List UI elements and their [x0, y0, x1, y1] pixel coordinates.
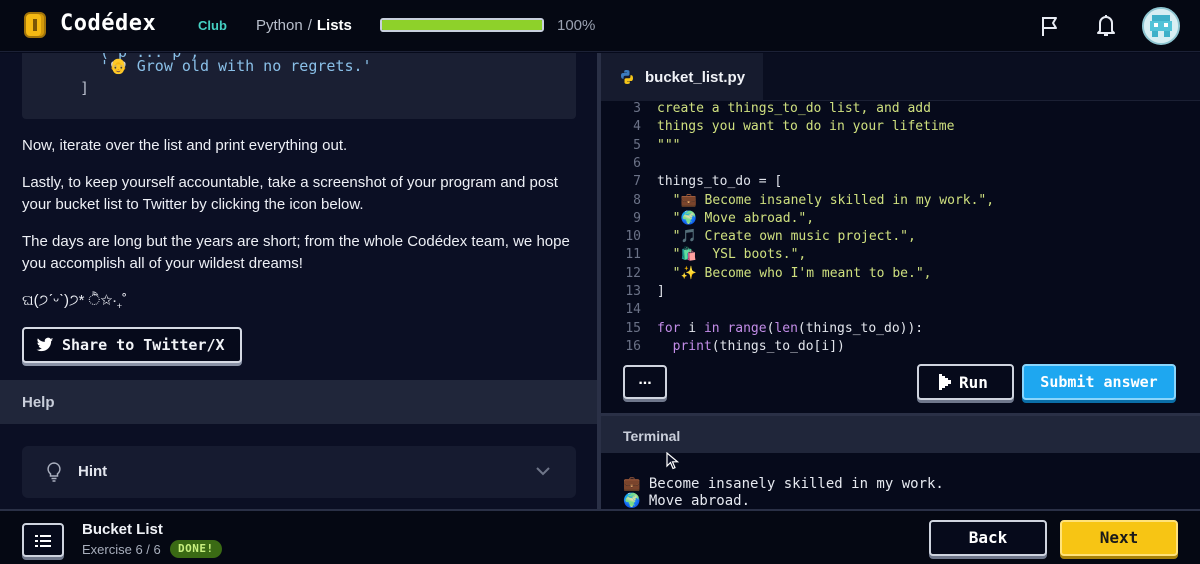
- lesson-paragraph: Now, iterate over the list and print eve…: [22, 137, 348, 154]
- line-number: 12: [625, 265, 641, 281]
- code-text: create a things_to_do list, and add: [657, 101, 931, 116]
- progress-label: 100%: [557, 17, 596, 34]
- line-number: 7: [633, 174, 641, 190]
- tab-bucket-list-py[interactable]: bucket_list.py: [601, 53, 763, 101]
- code-line: 13]: [601, 284, 1200, 302]
- lesson-panel: ( p ... p , '👴 Grow old with no regrets.…: [0, 53, 597, 509]
- more-options-button[interactable]: ...: [623, 365, 667, 399]
- code-text: "🎵 Create own music project.",: [657, 229, 916, 245]
- help-label: Help: [22, 394, 55, 411]
- code-text: things_to_do = [: [657, 174, 783, 190]
- snippet-line: ]: [80, 79, 90, 97]
- code-line: 10 "🎵 Create own music project.",: [601, 229, 1200, 247]
- avatar[interactable]: [1142, 7, 1180, 45]
- line-number: 16: [625, 338, 641, 353]
- breadcrumb: Python / Lists: [256, 17, 352, 34]
- code-line: 3 create a things_to_do list, and add: [601, 101, 1200, 119]
- code-text: """: [657, 137, 681, 153]
- bottom-bar: Bucket List Exercise 6 / 6 DONE! Back Ne…: [0, 509, 1200, 564]
- hint-accordion[interactable]: Hint: [22, 446, 576, 498]
- line-number: 9: [633, 210, 641, 226]
- line-number: 11: [625, 247, 641, 263]
- run-label: Run: [959, 372, 988, 392]
- code-line: 4 things you want to do in your lifetime: [601, 119, 1200, 137]
- run-button[interactable]: Run: [917, 364, 1014, 400]
- code-line: 16 print(things_to_do[i]): [601, 339, 1200, 353]
- back-button[interactable]: Back: [929, 520, 1047, 556]
- next-button[interactable]: Next: [1060, 520, 1178, 556]
- terminal-label: Terminal: [623, 428, 681, 444]
- logo-text[interactable]: Codédex: [60, 11, 156, 36]
- code-line: 11 "🛍️ YSL boots.",: [601, 247, 1200, 265]
- code-line: 8 "💼 Become insanely skilled in my work.…: [601, 193, 1200, 211]
- lesson-paragraph: The days are long but the years are shor…: [22, 233, 570, 272]
- line-number: 8: [633, 192, 641, 208]
- terminal-output-line: 🌍 Move abroad.: [623, 493, 751, 509]
- chevron-down-icon: [536, 467, 550, 476]
- line-number: 13: [625, 284, 641, 299]
- code-editor: bucket_list.py 3 create a things_to_do li…: [601, 53, 1200, 413]
- code-text: for i in range(len(things_to_do)):: [657, 320, 924, 336]
- play-icon: [939, 374, 951, 390]
- lesson-paragraph: Lastly, to keep yourself accountable, ta…: [22, 174, 558, 213]
- line-number: 10: [625, 229, 641, 245]
- code-text: "✨ Become who I'm meant to be.",: [657, 265, 932, 281]
- line-number: 5: [633, 137, 641, 153]
- course-progress-bar: [380, 18, 544, 32]
- club-badge: Club: [198, 18, 227, 33]
- line-number: 4: [633, 119, 641, 135]
- share-twitter-label: Share to Twitter/X: [62, 336, 225, 354]
- code-text: ]: [657, 284, 665, 299]
- exercise-list-button[interactable]: [22, 523, 64, 557]
- line-number: 14: [625, 302, 641, 318]
- help-section-header[interactable]: Help: [0, 380, 597, 424]
- code-line: 14: [601, 302, 1200, 320]
- kaomoji-text: ଘ(੭ˊᵕˋ)੭* ੈ✩‧₊˚: [22, 292, 127, 309]
- exercise-progress: Exercise 6 / 6: [82, 542, 161, 557]
- avatar-pixel-icon: [1144, 9, 1178, 43]
- code-line: 7 things_to_do = [: [601, 174, 1200, 192]
- terminal-header: Terminal: [601, 416, 1200, 453]
- flag-icon[interactable]: [1038, 14, 1062, 38]
- code-line: 9 "🌍 Move abroad.",: [601, 211, 1200, 229]
- twitter-bird-icon: [36, 337, 54, 352]
- line-number: 3: [633, 101, 641, 116]
- line-number: 6: [633, 155, 641, 171]
- lightbulb-icon: [47, 462, 61, 482]
- breadcrumb-course[interactable]: Python: [256, 17, 303, 34]
- code-text: print(things_to_do[i]): [657, 338, 845, 353]
- share-twitter-button[interactable]: Share to Twitter/X: [22, 327, 242, 363]
- submit-answer-button[interactable]: Submit answer: [1022, 364, 1176, 400]
- editor-tab-bar: bucket_list.py: [601, 53, 1200, 101]
- code-line: 5 """: [601, 138, 1200, 156]
- lesson-code-snippet: ( p ... p , '👴 Grow old with no regrets.…: [22, 53, 576, 119]
- python-icon: [621, 70, 633, 84]
- code-line: 6: [601, 156, 1200, 174]
- exercise-title: Bucket List: [82, 521, 163, 538]
- progress-fill: [382, 20, 542, 30]
- status-badge: DONE!: [170, 540, 222, 558]
- code-text: "🌍 Move abroad.",: [657, 210, 815, 226]
- code-line: 12 "✨ Become who I'm meant to be.",: [601, 266, 1200, 284]
- terminal-panel: Terminal 💼 Become insanely skilled in my…: [601, 413, 1200, 509]
- coin-logo-icon[interactable]: [24, 12, 46, 38]
- code-area[interactable]: 3 create a things_to_do list, and add 4 thi…: [601, 101, 1200, 353]
- top-bar: Codédex Club Python / Lists 100%: [0, 0, 1200, 52]
- code-line: 15 for i in range(len(things_to_do)):: [601, 321, 1200, 339]
- mouse-cursor-icon: [666, 452, 680, 470]
- line-number: 15: [625, 320, 641, 336]
- breadcrumb-current[interactable]: Lists: [317, 17, 352, 34]
- bell-icon[interactable]: [1094, 13, 1118, 39]
- terminal-output-line: 💼 Become insanely skilled in my work.: [623, 476, 944, 492]
- tab-label: bucket_list.py: [645, 68, 746, 86]
- snippet-line: '👴 Grow old with no regrets.': [100, 57, 372, 75]
- code-text: things you want to do in your lifetime: [657, 119, 955, 135]
- hint-label: Hint: [78, 463, 108, 480]
- code-text: "🛍️ YSL boots.",: [657, 247, 807, 263]
- list-icon: [35, 535, 51, 547]
- code-text: "💼 Become insanely skilled in my work.",: [657, 192, 995, 208]
- breadcrumb-separator: /: [307, 17, 312, 34]
